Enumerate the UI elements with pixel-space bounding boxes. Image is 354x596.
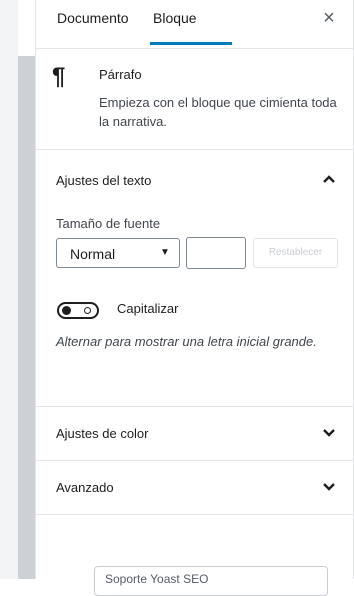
block-title: Párrafo [99,67,142,82]
close-icon[interactable]: × [319,6,339,30]
editor-scrollbar[interactable] [18,56,35,579]
divider [36,514,354,515]
block-card: ¶ Párrafo Empieza con el bloque que cimi… [36,49,354,150]
toggle-off-indicator [84,307,91,314]
panel-title: Ajustes de color [56,426,149,441]
font-size-select-value: Normal [70,246,116,262]
dropcap-help: Alternar para mostrar una letra inicial … [56,334,317,349]
chevron-down-icon [323,483,335,491]
panel-color-settings-toggle[interactable]: Ajustes de color [36,408,354,460]
tab-document[interactable]: Documento [57,10,129,26]
button-label: Soporte Yoast SEO [105,572,209,586]
panel-text-settings-toggle[interactable]: Ajustes del texto [36,155,354,207]
toggle-knob [62,306,71,315]
panel-advanced-toggle[interactable]: Avanzado [36,462,354,514]
dropcap-label: Capitalizar [117,301,179,316]
dropcap-toggle[interactable] [57,302,99,319]
tab-block[interactable]: Bloque [153,10,197,26]
chevron-down-icon [323,429,335,437]
panel-title: Ajustes del texto [56,173,152,188]
select-arrow-icon: ▼ [160,247,170,258]
reset-button[interactable]: Restablecer [253,238,338,268]
block-settings-sidebar: Documento Bloque × ¶ Párrafo Empieza con… [35,0,354,596]
block-description: Empieza con el bloque que cimienta toda … [99,95,337,129]
paragraph-icon: ¶ [52,63,66,90]
sidebar-tabs: Documento Bloque × [36,0,354,49]
chevron-up-icon [323,175,335,183]
font-size-select[interactable]: Normal ▼ [56,238,180,268]
font-size-label: Tamaño de fuente [56,216,161,231]
custom-font-size-input[interactable] [186,237,246,269]
yoast-support-button[interactable]: Soporte Yoast SEO [94,566,328,596]
active-tab-indicator [150,42,232,45]
editor-canvas-edge [0,0,18,579]
panel-title: Avanzado [56,480,114,495]
divider [36,460,354,461]
divider [36,406,354,407]
